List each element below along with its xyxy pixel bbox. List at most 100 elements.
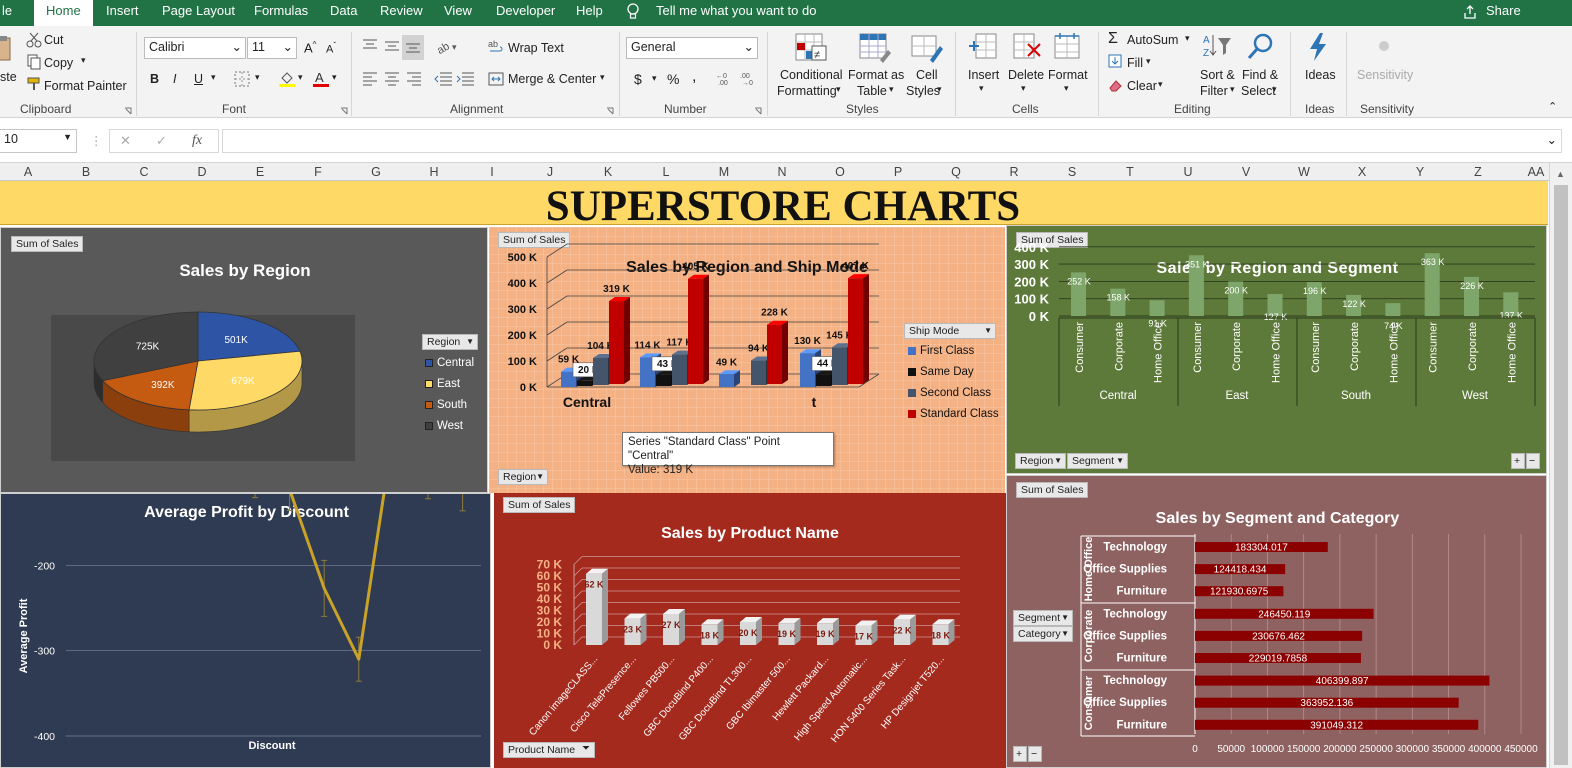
- align-bottom-icon[interactable]: [402, 35, 424, 60]
- bold-button[interactable]: B: [150, 72, 159, 86]
- column-header-M[interactable]: M: [714, 163, 734, 181]
- column-header-N[interactable]: N: [772, 163, 792, 181]
- segment-field-button[interactable]: Segment ▼: [1067, 453, 1128, 469]
- share-icon[interactable]: [1462, 4, 1478, 23]
- column-header-P[interactable]: P: [888, 163, 908, 181]
- cut-button[interactable]: Cut: [44, 33, 63, 47]
- sort-filter-label-1[interactable]: Sort &: [1200, 68, 1235, 82]
- column-header-R[interactable]: R: [1004, 163, 1024, 181]
- sort-filter-label-2[interactable]: Filter: [1200, 84, 1228, 98]
- align-middle-icon[interactable]: [384, 38, 400, 57]
- collapse-field-button[interactable]: −: [1526, 453, 1540, 469]
- column-header-H[interactable]: H: [424, 163, 444, 181]
- sales-by-region-segment-chart[interactable]: Sum of Sales Sales by Region and Segment…: [1006, 225, 1547, 474]
- column-header-E[interactable]: E: [250, 163, 270, 181]
- increase-font-icon[interactable]: A^: [304, 40, 316, 55]
- column-header-D[interactable]: D: [192, 163, 212, 181]
- fill-button[interactable]: Fill: [1127, 56, 1143, 70]
- delete-cells-button[interactable]: Delete: [1008, 68, 1044, 82]
- column-header-G[interactable]: G: [366, 163, 386, 181]
- percent-button[interactable]: %: [667, 71, 679, 87]
- chevron-down-icon[interactable]: ▾: [81, 55, 86, 66]
- format-cells-button[interactable]: Format: [1048, 68, 1088, 82]
- region-axis-field-button[interactable]: Region ▼: [498, 469, 548, 485]
- chevron-down-icon[interactable]: ▾: [298, 72, 303, 83]
- sales-by-segment-category-chart[interactable]: Sum of Sales Sales by Segment and Catego…: [1006, 475, 1547, 768]
- name-box[interactable]: 10 ▼: [0, 129, 77, 153]
- align-center-icon[interactable]: [384, 71, 400, 90]
- align-left-icon[interactable]: [362, 71, 378, 90]
- column-header-K[interactable]: K: [598, 163, 618, 181]
- currency-button[interactable]: $: [634, 71, 642, 87]
- sensitivity-button[interactable]: Sensitivity: [1357, 68, 1413, 82]
- align-top-icon[interactable]: [362, 38, 378, 57]
- enter-icon[interactable]: ✓: [156, 133, 167, 149]
- paste-icon[interactable]: [0, 34, 14, 67]
- format-as-table-label-2[interactable]: Table: [857, 84, 887, 98]
- ideas-button[interactable]: Ideas: [1305, 68, 1336, 82]
- chevron-down-icon[interactable]: ▾: [600, 72, 605, 83]
- sales-by-region-chart[interactable]: Sum of Sales Sales by Region 501K 679K 392…: [0, 227, 488, 493]
- decrease-font-icon[interactable]: Aˇ: [326, 41, 336, 56]
- font-size-combo[interactable]: 11 ⌄: [247, 37, 297, 59]
- share-button[interactable]: Share: [1484, 0, 1523, 26]
- borders-icon[interactable]: [234, 71, 250, 90]
- conditional-formatting-label-1[interactable]: Conditional: [780, 68, 843, 82]
- tell-me-search[interactable]: Tell me what you want to do: [654, 0, 818, 26]
- underline-button[interactable]: U: [194, 72, 203, 86]
- tab-data[interactable]: Data: [328, 0, 359, 26]
- column-header-AA[interactable]: AA: [1526, 163, 1546, 181]
- find-select-label-2[interactable]: Select: [1241, 84, 1276, 98]
- column-header-X[interactable]: X: [1352, 163, 1372, 181]
- chevron-down-icon[interactable]: ▾: [211, 72, 216, 83]
- conditional-formatting-label-2[interactable]: Formatting: [777, 84, 837, 98]
- expand-field-button[interactable]: +: [1511, 453, 1525, 469]
- comma-button[interactable]: ,: [692, 68, 696, 86]
- dialog-launcher-icon[interactable]: [754, 104, 762, 118]
- column-header-S[interactable]: S: [1062, 163, 1082, 181]
- font-color-icon[interactable]: A: [312, 70, 330, 91]
- cell-styles-label-1[interactable]: Cell: [916, 68, 938, 82]
- fill-color-icon[interactable]: [278, 70, 296, 91]
- category-field-button[interactable]: Category ▼: [1013, 626, 1073, 642]
- column-header-J[interactable]: J: [540, 163, 560, 181]
- increase-decimal-icon[interactable]: ←0.00: [716, 70, 734, 89]
- decrease-decimal-icon[interactable]: .00 →0: [740, 70, 758, 89]
- vertical-scrollbar[interactable]: ▲: [1549, 163, 1572, 768]
- chevron-down-icon[interactable]: ▾: [255, 72, 260, 83]
- chevron-down-icon[interactable]: ▾: [1146, 56, 1151, 67]
- tab-formulas[interactable]: Formulas: [252, 0, 310, 26]
- scroll-thumb[interactable]: [1554, 185, 1568, 765]
- sales-by-product-chart[interactable]: Sum of Sales Sales by Product Name 70 K6…: [494, 493, 1006, 768]
- column-header-W[interactable]: W: [1294, 163, 1314, 181]
- tab-page-layout[interactable]: Page Layout: [160, 0, 237, 26]
- tab-developer[interactable]: Developer: [494, 0, 557, 26]
- chevron-down-icon[interactable]: ▾: [652, 73, 657, 84]
- chevron-down-icon[interactable]: ▾: [332, 72, 337, 83]
- column-header-L[interactable]: L: [656, 163, 676, 181]
- paste-button[interactable]: ste: [0, 70, 17, 84]
- autosum-button[interactable]: AutoSum: [1127, 33, 1178, 47]
- insert-cells-button[interactable]: Insert: [968, 68, 999, 82]
- tab-view[interactable]: View: [442, 0, 474, 26]
- region-field-button[interactable]: Region ▼: [1015, 453, 1066, 469]
- wrap-text-button[interactable]: Wrap Text: [508, 41, 564, 55]
- chevron-down-icon[interactable]: ▾: [1185, 33, 1190, 44]
- column-header-F[interactable]: F: [308, 163, 328, 181]
- collapse-field-button[interactable]: −: [1028, 746, 1042, 762]
- column-header-V[interactable]: V: [1236, 163, 1256, 181]
- product-name-filter-button[interactable]: Product Name ⏷: [503, 742, 595, 758]
- tab-help[interactable]: Help: [574, 0, 605, 26]
- decrease-indent-icon[interactable]: [434, 71, 452, 90]
- expand-field-button[interactable]: +: [1013, 746, 1027, 762]
- dialog-launcher-icon[interactable]: [124, 104, 132, 118]
- chevron-down-icon[interactable]: ▾: [1158, 79, 1163, 90]
- tab-home[interactable]: Home: [34, 0, 93, 26]
- italic-button[interactable]: I: [173, 72, 176, 86]
- tab-le[interactable]: le: [0, 0, 14, 26]
- tab-insert[interactable]: Insert: [104, 0, 141, 26]
- align-right-icon[interactable]: [406, 71, 422, 90]
- font-name-combo[interactable]: Calibri ⌄: [144, 37, 246, 59]
- avg-profit-discount-chart[interactable]: Average Profit by Discount 2001000-100-2…: [0, 493, 491, 768]
- column-header-Z[interactable]: Z: [1468, 163, 1488, 181]
